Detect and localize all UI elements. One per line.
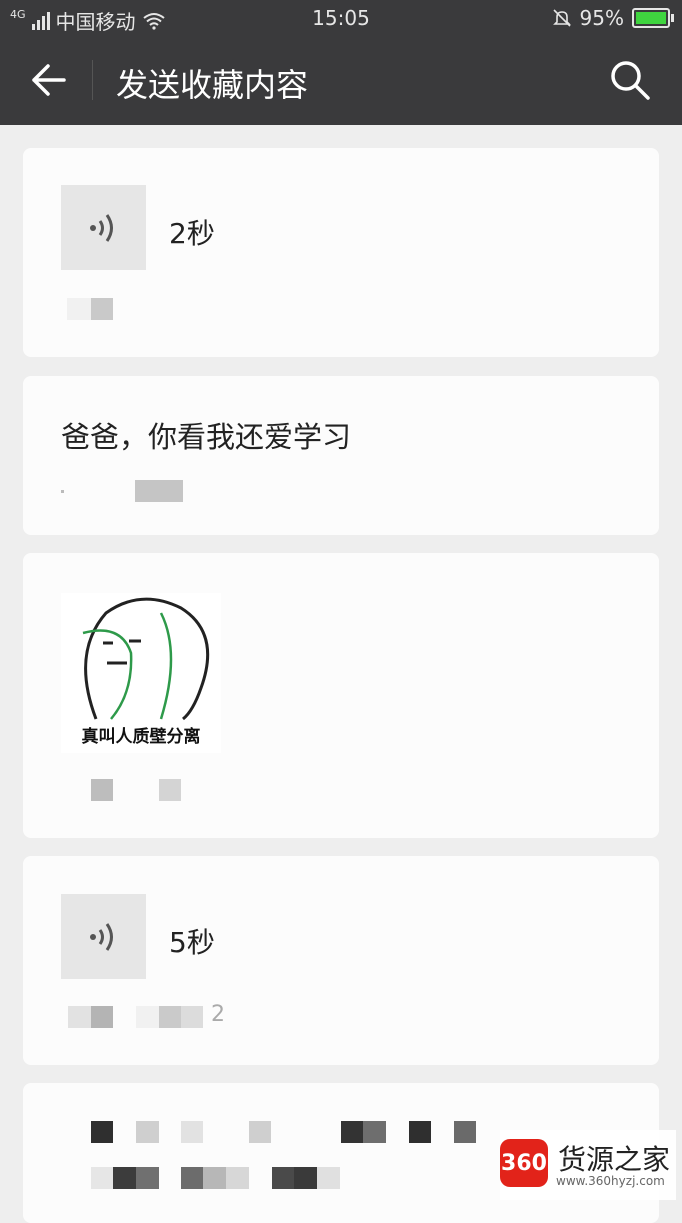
blurred-meta: [91, 1121, 113, 1143]
blurred-meta: [363, 1121, 386, 1143]
blurred-meta: [159, 1006, 181, 1028]
meme-drawing: [82, 597, 210, 721]
back-arrow-icon[interactable]: [28, 58, 68, 102]
blurred-meta: [249, 1121, 271, 1143]
watermark-name: 货源之家: [558, 1143, 671, 1176]
header-divider: [92, 60, 93, 100]
blurred-meta: [91, 1006, 113, 1028]
favorite-item-text[interactable]: 爸爸，你看我还爱学习: [23, 376, 659, 535]
blurred-meta: [454, 1121, 476, 1143]
voice-duration: 2秒: [169, 217, 215, 250]
blurred-meta: [135, 480, 183, 502]
favorite-item-image[interactable]: 真叫人质壁分离: [23, 553, 659, 838]
meme-caption: 真叫人质壁分离: [81, 727, 201, 747]
page-title: 发送收藏内容: [116, 66, 309, 104]
search-icon[interactable]: [608, 58, 652, 102]
voice-icon: [90, 214, 113, 242]
voice-icon: [90, 923, 113, 951]
blurred-meta: [341, 1121, 363, 1143]
blurred-meta: [91, 1167, 113, 1189]
watermark-url: www.360hyzj.com: [556, 1174, 665, 1188]
blurred-meta: [136, 1167, 159, 1189]
watermark-badge: 360: [500, 1139, 548, 1187]
blurred-meta: [91, 298, 113, 320]
blurred-meta: [272, 1167, 294, 1189]
blurred-meta: [203, 1167, 226, 1189]
header-bar: 发送收藏内容: [0, 36, 682, 125]
voice-thumbnail: [61, 185, 146, 270]
blurred-meta: [68, 1006, 91, 1028]
blurred-meta: [181, 1006, 203, 1028]
meta-suffix: 2: [211, 1002, 225, 1027]
meme-image: 真叫人质壁分离: [61, 593, 221, 753]
blurred-meta: [294, 1167, 317, 1189]
status-bar: 4G 中国移动 15:05 95%: [0, 0, 682, 36]
voice-duration: 5秒: [169, 926, 215, 959]
battery-percent: 95%: [579, 6, 624, 30]
favorite-text: 爸爸，你看我还爱学习: [61, 420, 352, 454]
blurred-meta: [113, 1167, 136, 1189]
battery-icon: [632, 8, 674, 28]
blurred-meta: [226, 1167, 249, 1189]
favorite-item-voice[interactable]: 2秒: [23, 148, 659, 357]
mute-bell-icon: [552, 9, 571, 27]
blurred-meta: [409, 1121, 431, 1143]
voice-thumbnail: [61, 894, 146, 979]
blurred-meta: [136, 1006, 159, 1028]
blurred-meta: [61, 490, 64, 493]
favorite-item-voice[interactable]: 5秒 2: [23, 856, 659, 1065]
watermark-logo: 360 货源之家 www.360hyzj.com: [500, 1130, 676, 1200]
blurred-meta: [181, 1121, 203, 1143]
blurred-meta: [91, 779, 113, 801]
blurred-meta: [181, 1167, 203, 1189]
blurred-meta: [67, 298, 91, 320]
blurred-meta: [159, 779, 181, 801]
blurred-meta: [317, 1167, 340, 1189]
blurred-meta: [136, 1121, 159, 1143]
